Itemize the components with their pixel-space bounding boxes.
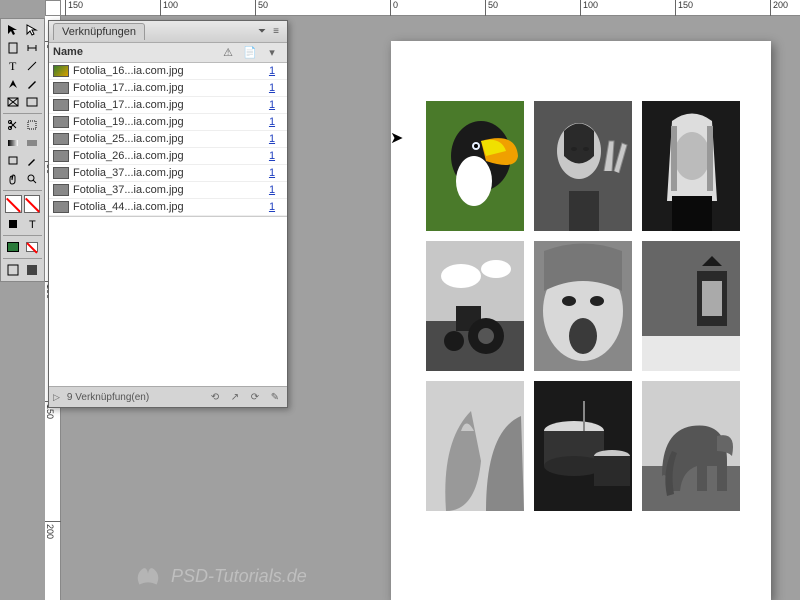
panel-column-header[interactable]: Name ⚠ 📄 ▾ [49,43,287,63]
free-transform-tool[interactable] [23,116,43,134]
link-filename: Fotolia_17...ia.com.jpg [73,82,261,94]
selection-tool[interactable] [3,21,23,39]
svg-text:T: T [9,60,17,72]
type-tool[interactable]: T [3,57,23,75]
link-page-number[interactable]: 1 [261,184,283,196]
link-thumbnail [53,201,69,213]
panel-menu-icon[interactable]: ≡ [269,25,283,39]
placed-image[interactable] [426,241,524,371]
link-filename: Fotolia_37...ia.com.jpg [73,167,261,179]
line-tool[interactable] [23,57,43,75]
link-filename: Fotolia_44...ia.com.jpg [73,201,261,213]
eyedropper-tool[interactable] [23,152,43,170]
link-thumbnail [53,82,69,94]
links-panel: Verknüpfungen ⏷ ≡ Name ⚠ 📄 ▾ Fotolia_16.… [48,20,288,408]
horizontal-ruler: 150 100 50 0 50 100 150 200 [45,0,800,16]
rectangle-frame-tool[interactable] [3,93,23,111]
stroke-swatch[interactable] [24,195,41,213]
column-name[interactable]: Name [53,46,217,59]
document-page[interactable] [391,41,771,600]
link-filename: Fotolia_16...ia.com.jpg [73,65,261,77]
rectangle-tool[interactable] [23,93,43,111]
format-text-tool[interactable]: T [23,215,43,233]
link-count-label: 9 Verknüpfung(en) [67,392,149,403]
gradient-feather-tool[interactable] [23,134,43,152]
panel-footer: ▷ 9 Verknüpfung(en) ⟲ ↗ ⟳ ✎ [49,386,287,407]
placed-image[interactable] [426,381,524,511]
link-row[interactable]: Fotolia_16...ia.com.jpg1 [49,63,287,80]
link-thumbnail [53,116,69,128]
link-thumbnail [53,167,69,179]
image-grid [426,101,740,511]
link-thumbnail [53,133,69,145]
toolbox: T T [0,18,45,282]
link-row[interactable]: Fotolia_25...ia.com.jpg1 [49,131,287,148]
link-filename: Fotolia_37...ia.com.jpg [73,184,261,196]
note-tool[interactable] [3,152,23,170]
placed-image[interactable] [642,381,740,511]
link-thumbnail [53,99,69,111]
link-page-number[interactable]: 1 [261,116,283,128]
relink-icon[interactable]: ⟲ [207,390,223,404]
link-filename: Fotolia_17...ia.com.jpg [73,99,261,111]
link-filename: Fotolia_25...ia.com.jpg [73,133,261,145]
watermark: PSD-Tutorials.de [131,562,307,590]
hand-tool[interactable] [3,170,23,188]
preview-view-tool[interactable] [23,261,43,279]
zoom-tool[interactable] [23,170,43,188]
pencil-tool[interactable] [23,75,43,93]
link-row[interactable]: Fotolia_17...ia.com.jpg1 [49,97,287,114]
apply-color-tool[interactable] [3,238,23,256]
link-page-number[interactable]: 1 [261,150,283,162]
update-link-icon[interactable]: ⟳ [247,390,263,404]
page-tool[interactable] [3,39,23,57]
edit-original-icon[interactable]: ✎ [267,390,283,404]
link-filename: Fotolia_26...ia.com.jpg [73,150,261,162]
link-row[interactable]: Fotolia_37...ia.com.jpg1 [49,182,287,199]
disclosure-icon[interactable]: ▷ [53,392,60,403]
links-tab[interactable]: Verknüpfungen [53,23,145,40]
normal-view-tool[interactable] [3,261,23,279]
placed-image[interactable] [534,241,632,371]
ruler-corner [45,0,61,16]
link-page-number[interactable]: 1 [261,201,283,213]
panel-empty-area [49,216,287,386]
scissors-tool[interactable] [3,116,23,134]
warning-icon[interactable]: ⚠ [217,46,239,59]
placed-image[interactable] [642,241,740,371]
link-thumbnail [53,150,69,162]
apply-none-tool[interactable] [23,238,43,256]
link-page-number[interactable]: 1 [261,167,283,179]
placed-image[interactable] [426,101,524,231]
link-row[interactable]: Fotolia_44...ia.com.jpg1 [49,199,287,216]
link-filename: Fotolia_19...ia.com.jpg [73,116,261,128]
link-page-number[interactable]: 1 [261,133,283,145]
link-row[interactable]: Fotolia_17...ia.com.jpg1 [49,80,287,97]
gap-tool[interactable] [23,39,43,57]
pen-tool[interactable] [3,75,23,93]
goto-link-icon[interactable]: ↗ [227,390,243,404]
link-row[interactable]: Fotolia_26...ia.com.jpg1 [49,148,287,165]
sort-icon[interactable]: ▾ [261,46,283,59]
format-container-tool[interactable] [3,215,23,233]
link-row[interactable]: Fotolia_37...ia.com.jpg1 [49,165,287,182]
link-thumbnail [53,65,69,77]
fill-swatch[interactable] [5,195,22,213]
link-thumbnail [53,184,69,196]
link-page-number[interactable]: 1 [261,65,283,77]
placed-image[interactable] [534,381,632,511]
gradient-tool[interactable] [3,134,23,152]
placed-image[interactable] [534,101,632,231]
links-list[interactable]: Fotolia_16...ia.com.jpg1Fotolia_17...ia.… [49,63,287,216]
link-page-number[interactable]: 1 [261,82,283,94]
collapse-icon[interactable]: ⏷ [255,25,269,39]
svg-text:T: T [29,219,36,230]
direct-selection-tool[interactable] [23,21,43,39]
link-page-number[interactable]: 1 [261,99,283,111]
link-row[interactable]: Fotolia_19...ia.com.jpg1 [49,114,287,131]
placed-image[interactable] [642,101,740,231]
page-icon[interactable]: 📄 [239,46,261,59]
panel-tabbar: Verknüpfungen ⏷ ≡ [49,21,287,43]
